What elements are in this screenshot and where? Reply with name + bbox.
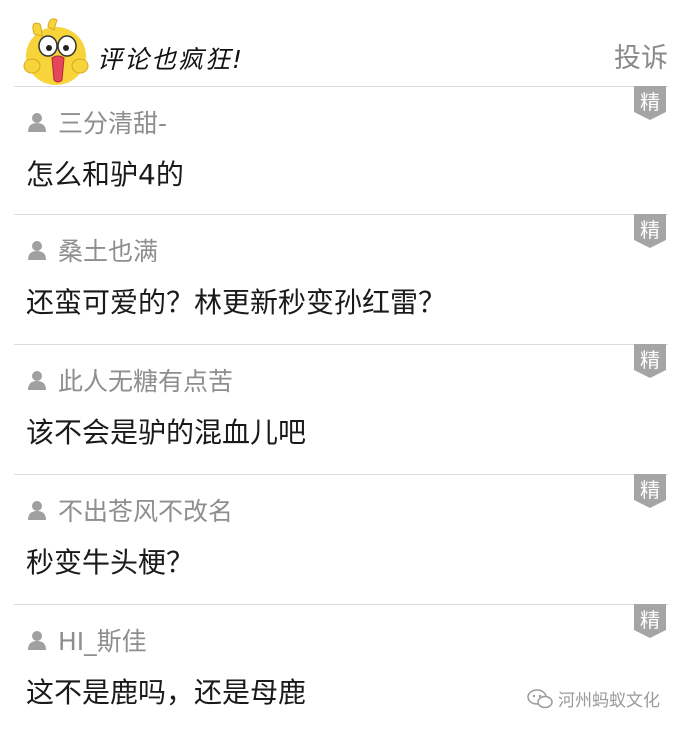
featured-badge: 精 [634,86,666,120]
featured-badge: 精 [634,344,666,378]
featured-badge: 精 [634,214,666,248]
username[interactable]: 此人无糖有点苦 [58,362,233,398]
wechat-icon [527,688,553,708]
user-icon [28,501,46,520]
comment-item: 精 HI_斯佳 这不是鹿吗，还是母鹿 [14,604,668,730]
featured-badge: 精 [634,604,666,638]
watermark: 河州蚂蚁文化 [526,686,660,711]
username[interactable]: 三分清甜- [58,104,167,140]
user-icon [28,371,46,390]
comment-author: 不出苍风不改名 [26,492,233,528]
page-title: 评论也疯狂! [97,45,245,74]
watermark-text: 河州蚂蚁文化 [558,691,660,711]
comment-text: 怎么和驴4的 [26,158,184,191]
comment-text: 还蛮可爱的？林更新秒变孙红雷？ [26,286,447,319]
comment-item: 精 此人无糖有点苦 该不会是驴的混血儿吧 [14,344,668,473]
svg-text:精: 精 [640,218,660,242]
svg-text:精: 精 [640,90,660,114]
username[interactable]: HI_斯佳 [58,622,147,658]
comment-author: 此人无糖有点苦 [26,362,233,398]
user-icon [28,241,46,260]
header: 评论也疯狂! 投诉 [0,0,682,86]
username[interactable]: 桑土也满 [58,232,158,268]
comment-item: 精 桑土也满 还蛮可爱的？林更新秒变孙红雷？ [14,214,668,343]
comment-text: 该不会是驴的混血儿吧 [26,416,307,449]
svg-text:精: 精 [640,608,660,632]
mascot-icon [23,18,89,85]
comment-author: HI_斯佳 [26,622,147,658]
svg-text:精: 精 [640,348,660,372]
username[interactable]: 不出苍风不改名 [58,492,233,528]
comment-text: 秒变牛头梗？ [26,546,195,579]
comment-author: 三分清甜- [26,104,167,140]
report-button[interactable]: 投诉 [614,36,668,75]
featured-badge: 精 [634,474,666,508]
user-icon [28,113,46,132]
comment-author: 桑土也满 [26,232,158,268]
user-icon [28,631,46,650]
comment-item: 精 不出苍风不改名 秒变牛头梗？ [14,474,668,603]
comment-item: 精 三分清甜- 怎么和驴4的 [14,86,668,215]
comment-text: 这不是鹿吗，还是母鹿 [26,676,307,709]
svg-text:精: 精 [640,478,660,502]
